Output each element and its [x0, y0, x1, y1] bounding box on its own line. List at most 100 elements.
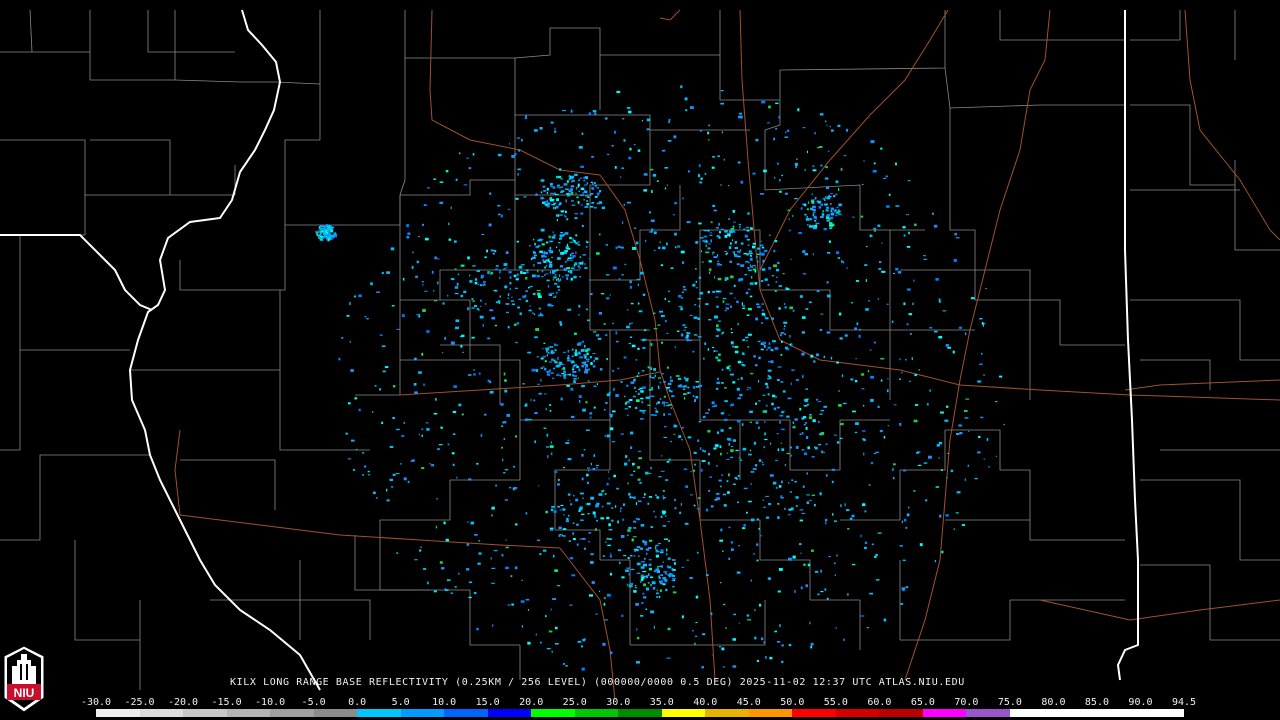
echo-pixel: [789, 491, 792, 493]
echo-pixel: [474, 281, 478, 285]
echo-pixel: [540, 378, 542, 382]
echo-pixel: [425, 422, 429, 424]
echo-pixel: [434, 300, 437, 302]
echo-pixel: [508, 271, 512, 274]
echo-pixel: [796, 158, 798, 160]
echo-pixel: [569, 500, 571, 502]
echo-pixel: [635, 406, 638, 410]
echo-pixel: [668, 119, 671, 122]
echo-pixel: [659, 381, 662, 384]
echo-pixel: [710, 612, 713, 616]
echo-pixel: [620, 510, 622, 513]
echo-pixel: [607, 153, 610, 156]
echo-pixel: [541, 270, 544, 273]
echo-pixel: [577, 377, 579, 379]
echo-pixel: [757, 305, 761, 309]
echo-pixel: [590, 553, 594, 556]
echo-pixel: [640, 574, 642, 578]
echo-pixel: [482, 324, 484, 327]
colorbar-segment: [270, 709, 314, 717]
echo-pixel: [666, 657, 671, 659]
echo-pixel: [617, 367, 620, 370]
echo-pixel: [558, 249, 560, 252]
echo-pixel: [727, 233, 731, 237]
echo-pixel: [731, 445, 733, 447]
echo-pixel: [683, 385, 688, 387]
echo-pixel: [802, 250, 806, 254]
echo-pixel: [668, 539, 670, 542]
echo-pixel: [804, 253, 808, 256]
echo-pixel: [903, 234, 906, 237]
echo-pixel: [776, 433, 779, 435]
echo-pixel: [738, 115, 742, 119]
colorbar-segment: [705, 709, 749, 717]
echo-pixel: [860, 615, 865, 617]
echo-pixel: [551, 193, 555, 195]
echo-pixel: [670, 407, 673, 409]
echo-pixel: [820, 569, 822, 573]
echo-pixel: [574, 217, 578, 219]
echo-pixel: [706, 240, 708, 243]
echo-pixel: [747, 266, 750, 270]
echo-pixel: [626, 583, 628, 586]
echo-pixel: [525, 114, 527, 118]
echo-pixel: [640, 390, 644, 393]
echo-pixel: [776, 641, 781, 643]
echo-pixel: [633, 496, 636, 499]
echo-pixel: [717, 155, 720, 157]
echo-pixel: [883, 618, 887, 622]
echo-pixel: [799, 407, 802, 411]
echo-pixel: [837, 257, 841, 259]
echo-pixel: [575, 251, 577, 254]
echo-pixel: [504, 499, 508, 501]
echo-pixel: [827, 252, 831, 254]
echo-pixel: [392, 417, 395, 419]
echo-pixel: [372, 411, 374, 413]
reflectivity-scale-labels: -30.0 -25.0 -20.0 -15.0 -10.0 -5.0 0.0 5.0 10.0 1…: [81, 697, 1196, 709]
echo-pixel: [829, 227, 833, 229]
echo-pixel: [999, 375, 1003, 378]
echo-pixel: [786, 453, 790, 455]
echo-pixel: [756, 559, 759, 562]
echo-pixel: [654, 374, 657, 377]
echo-pixel: [505, 251, 509, 254]
echo-pixel: [675, 375, 680, 377]
echo-pixel: [645, 397, 649, 399]
echo-pixel: [737, 419, 740, 423]
echo-pixel: [820, 409, 825, 412]
scale-tick-label: 45.0: [736, 697, 761, 708]
echo-pixel: [543, 201, 547, 203]
echo-pixel: [708, 260, 712, 263]
echo-pixel: [743, 487, 748, 490]
echo-pixel: [899, 378, 901, 380]
echo-pixel: [554, 130, 557, 133]
echo-pixel: [628, 406, 631, 408]
echo-pixel: [421, 434, 423, 437]
echo-pixel: [722, 550, 724, 552]
echo-pixel: [558, 237, 562, 240]
echo-pixel: [367, 471, 370, 473]
echo-pixel: [571, 361, 573, 364]
echo-pixel: [834, 574, 836, 576]
echo-pixel: [764, 317, 769, 320]
echo-pixel: [672, 214, 675, 216]
echo-pixel: [776, 276, 778, 278]
echo-pixel: [661, 455, 663, 457]
echo-pixel: [458, 572, 460, 576]
echo-pixel: [946, 405, 949, 408]
echo-pixel: [578, 304, 581, 308]
echo-pixel: [801, 352, 805, 356]
echo-pixel: [815, 222, 820, 225]
echo-pixel: [575, 187, 577, 190]
echo-pixel: [838, 213, 842, 216]
echo-pixel: [436, 497, 438, 500]
echo-pixel: [730, 328, 733, 330]
echo-pixel: [775, 486, 778, 489]
echo-pixel: [566, 277, 569, 280]
echo-pixel: [892, 468, 894, 471]
echo-pixel: [840, 422, 844, 426]
echo-pixel: [573, 495, 575, 497]
echo-pixel: [551, 256, 553, 258]
echo-pixel: [750, 449, 752, 452]
echo-pixel: [761, 100, 766, 104]
